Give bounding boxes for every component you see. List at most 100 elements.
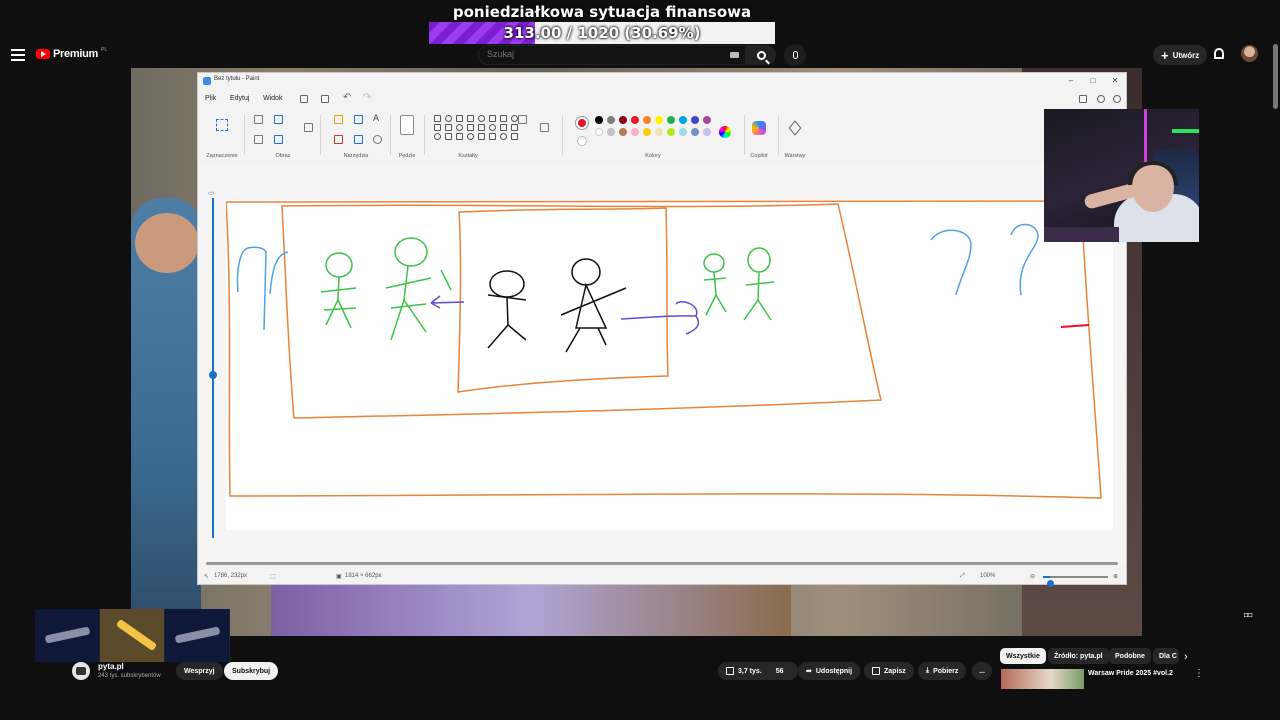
vertical-zoom-knob[interactable] — [209, 370, 217, 379]
palette-swatch[interactable] — [631, 128, 639, 136]
crop-icon[interactable] — [254, 115, 263, 124]
palette-swatch[interactable] — [643, 128, 651, 136]
palette-swatch[interactable] — [631, 116, 639, 124]
open-icon[interactable] — [321, 95, 329, 103]
zoom-panel-icon[interactable]: ▭ — [208, 189, 215, 197]
shape-option[interactable] — [434, 133, 441, 140]
channel-name[interactable]: pyta.pl — [98, 662, 124, 671]
paint-window[interactable]: Bez tytułu - Paint – □ ✕ Plik Edytuj Wid… — [197, 72, 1127, 587]
like-count[interactable]: 3,7 tys. — [738, 668, 762, 675]
search-box[interactable] — [478, 45, 746, 65]
pencil-icon[interactable] — [334, 115, 343, 124]
eraser-icon[interactable] — [334, 135, 343, 144]
undo-icon[interactable]: ↶ — [343, 92, 351, 103]
shape-option[interactable] — [467, 115, 474, 122]
youtube-logo[interactable]: Premium PL — [36, 47, 107, 60]
settings-gear-icon[interactable] — [1113, 95, 1121, 103]
fit-to-window-icon[interactable]: ⤢ — [960, 573, 965, 580]
palette-swatch[interactable] — [703, 116, 711, 124]
download-button[interactable]: ⤓ Pobierz — [918, 662, 967, 680]
ribbon-group-brushes[interactable]: Pędzle — [394, 109, 420, 161]
recommended-video-title[interactable]: Warsaw Pride 2025 #vol.2 — [1088, 670, 1173, 677]
redo-icon[interactable]: ↷ — [363, 92, 371, 103]
palette-swatch[interactable] — [619, 128, 627, 136]
fill-icon[interactable] — [540, 123, 549, 132]
maximize-button[interactable]: □ — [1084, 75, 1102, 87]
chip-all[interactable]: Wszystkie — [1000, 648, 1046, 664]
thumbs-up-icon[interactable] — [726, 667, 734, 675]
ribbon-group-layers[interactable]: Warstwy — [780, 109, 810, 161]
secondary-color-swatch[interactable] — [577, 136, 587, 146]
share-icon[interactable] — [1079, 95, 1087, 103]
dislike-count[interactable]: 56 — [776, 668, 784, 675]
palette-swatch[interactable] — [595, 128, 603, 136]
palette-swatch[interactable] — [667, 128, 675, 136]
channel-avatar[interactable] — [72, 662, 90, 680]
shapes-gallery[interactable] — [434, 115, 518, 140]
shape-option[interactable] — [478, 115, 485, 122]
menu-icon[interactable] — [11, 49, 25, 61]
palette-swatch[interactable] — [655, 116, 663, 124]
ribbon-group-selection[interactable]: Zaznaczenie — [202, 109, 242, 161]
user-avatar[interactable] — [1241, 45, 1258, 62]
paint-titlebar[interactable]: Bez tytułu - Paint – □ ✕ — [198, 73, 1126, 89]
shape-option[interactable] — [456, 133, 463, 140]
primary-color-swatch[interactable] — [576, 117, 588, 129]
palette-swatch[interactable] — [679, 128, 687, 136]
more-actions-button[interactable]: ... — [972, 662, 992, 680]
zoom-level[interactable]: 100% — [980, 573, 995, 579]
palette-swatch[interactable] — [607, 128, 615, 136]
shape-option[interactable] — [478, 124, 485, 131]
menu-view[interactable]: Widok — [263, 95, 282, 102]
rotate-icon[interactable] — [254, 135, 263, 144]
zoom-slider[interactable] — [1043, 576, 1108, 587]
shape-option[interactable] — [434, 124, 441, 131]
voice-search-button[interactable] — [784, 44, 806, 66]
flip-icon[interactable] — [274, 135, 283, 144]
shape-option[interactable] — [467, 133, 474, 140]
search-button[interactable] — [746, 45, 776, 65]
menu-file[interactable]: Plik — [205, 95, 216, 102]
recommended-menu-icon[interactable]: ⋮ — [1194, 668, 1204, 679]
palette-swatch[interactable] — [679, 116, 687, 124]
notifications-bell-icon[interactable] — [1214, 48, 1224, 59]
palette-swatch[interactable] — [703, 128, 711, 136]
create-button[interactable]: + Utwórz — [1153, 45, 1208, 65]
resize-icon[interactable] — [274, 115, 283, 124]
menu-edit[interactable]: Edytuj — [230, 95, 249, 102]
search-input[interactable] — [487, 49, 717, 59]
keyboard-icon[interactable] — [730, 52, 739, 58]
page-scrollbar[interactable] — [1273, 44, 1278, 109]
shape-option[interactable] — [456, 124, 463, 131]
vertical-zoom-slider[interactable] — [212, 198, 214, 538]
save-button[interactable]: Zapisz — [864, 662, 914, 680]
camera-icon[interactable]: ◘◘ — [1244, 612, 1264, 622]
horizontal-scrollbar[interactable] — [206, 562, 1118, 565]
ribbon-group-copilot[interactable]: Copilot — [742, 109, 776, 161]
edit-colors-icon[interactable] — [719, 126, 731, 138]
shape-option[interactable] — [489, 133, 496, 140]
magnifier-icon[interactable] — [373, 135, 382, 144]
palette-swatch[interactable] — [607, 116, 615, 124]
shape-option[interactable] — [445, 115, 452, 122]
chip-source[interactable]: Źródło: pyta.pl — [1048, 648, 1109, 664]
fill-bucket-icon[interactable] — [354, 115, 363, 124]
minimize-button[interactable]: – — [1062, 75, 1080, 87]
shape-option[interactable] — [489, 124, 496, 131]
text-tool-icon[interactable]: A — [373, 113, 379, 123]
palette-swatch[interactable] — [655, 128, 663, 136]
shape-option[interactable] — [489, 115, 496, 122]
chevron-right-icon[interactable]: › — [1184, 651, 1188, 663]
support-button[interactable]: Wesprzyj — [176, 662, 223, 680]
outline-icon[interactable] — [518, 115, 527, 124]
palette-swatch[interactable] — [643, 116, 651, 124]
share-button[interactable]: ➦ Udostępnij — [798, 662, 861, 680]
chip-for-you[interactable]: Dla C — [1153, 648, 1179, 664]
drawing-canvas[interactable] — [226, 200, 1113, 530]
chip-related[interactable]: Podobne — [1109, 648, 1151, 664]
shape-option[interactable] — [500, 124, 507, 131]
shape-option[interactable] — [511, 133, 518, 140]
image-select-icon[interactable] — [304, 123, 313, 132]
palette-swatch[interactable] — [691, 116, 699, 124]
shape-option[interactable] — [511, 124, 518, 131]
